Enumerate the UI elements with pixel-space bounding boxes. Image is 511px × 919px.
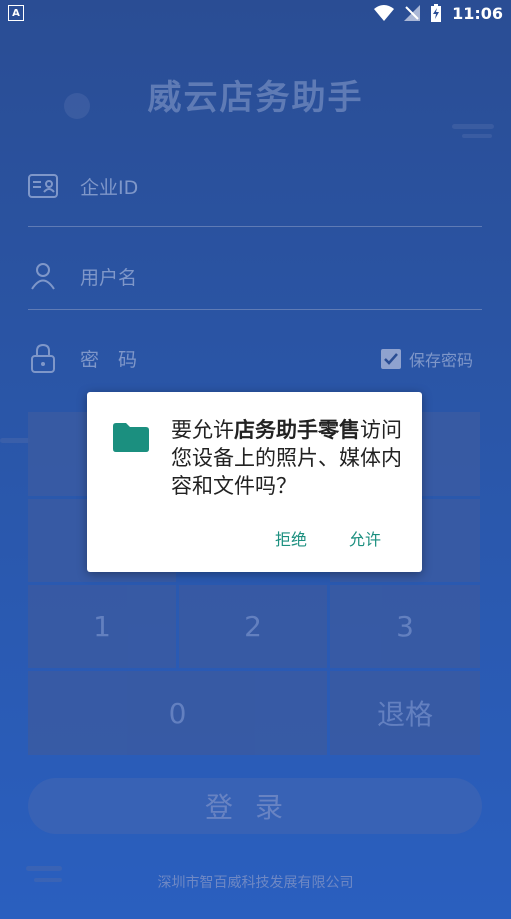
decor-cloud <box>452 124 494 129</box>
allow-button[interactable]: 允许 <box>349 526 381 550</box>
divider <box>28 309 482 310</box>
save-password-checkbox[interactable] <box>380 349 401 369</box>
deny-button[interactable]: 拒绝 <box>275 526 307 550</box>
decor-cloud <box>0 438 30 443</box>
company-id-placeholder: 企业ID <box>80 176 139 199</box>
lock-icon <box>28 343 58 373</box>
save-password-toggle[interactable]: 保存密码 <box>380 347 473 371</box>
password-field[interactable]: 密 码 <box>28 328 358 388</box>
username-placeholder: 用户名 <box>80 266 138 289</box>
check-icon <box>384 353 398 365</box>
permission-message: 要允许店务助手零售访问您设备上的照片、媒体内容和文件吗？ <box>171 416 409 500</box>
keypad-key-2[interactable]: 2 <box>179 585 327 668</box>
status-time: 11:06 <box>452 3 503 23</box>
decor-cloud <box>26 866 62 871</box>
folder-icon <box>113 423 149 452</box>
user-icon <box>28 261 58 291</box>
keypad-key-3[interactable]: 3 <box>330 585 480 668</box>
status-bar: A 11:06 <box>0 0 511 26</box>
footer-company: 深圳市智百威科技发展有限公司 <box>157 875 354 891</box>
keypad-key-0[interactable]: 0 <box>28 671 327 755</box>
permission-dialog: 要允许店务助手零售访问您设备上的照片、媒体内容和文件吗？ 拒绝 允许 <box>87 392 422 572</box>
save-password-label: 保存密码 <box>408 351 473 370</box>
permission-app-name: 店务助手零售 <box>234 418 360 442</box>
login-button[interactable]: 登录 <box>28 778 482 834</box>
wifi-icon <box>374 5 395 21</box>
company-id-field[interactable]: 企业ID <box>28 156 482 216</box>
password-placeholder: 密 码 <box>80 348 138 371</box>
keypad-key-1[interactable]: 1 <box>28 585 176 668</box>
no-signal-icon <box>404 5 421 21</box>
permission-prefix: 要允许 <box>171 418 234 442</box>
app-title: 威云店务助手 <box>147 78 364 118</box>
username-field[interactable]: 用户名 <box>28 246 482 306</box>
battery-charging-icon <box>431 4 442 22</box>
keypad-backspace[interactable]: 退格 <box>330 671 480 755</box>
divider <box>28 226 482 227</box>
id-card-icon <box>28 171 58 201</box>
notification-icon: A <box>8 5 24 21</box>
decor-cloud <box>462 134 492 138</box>
